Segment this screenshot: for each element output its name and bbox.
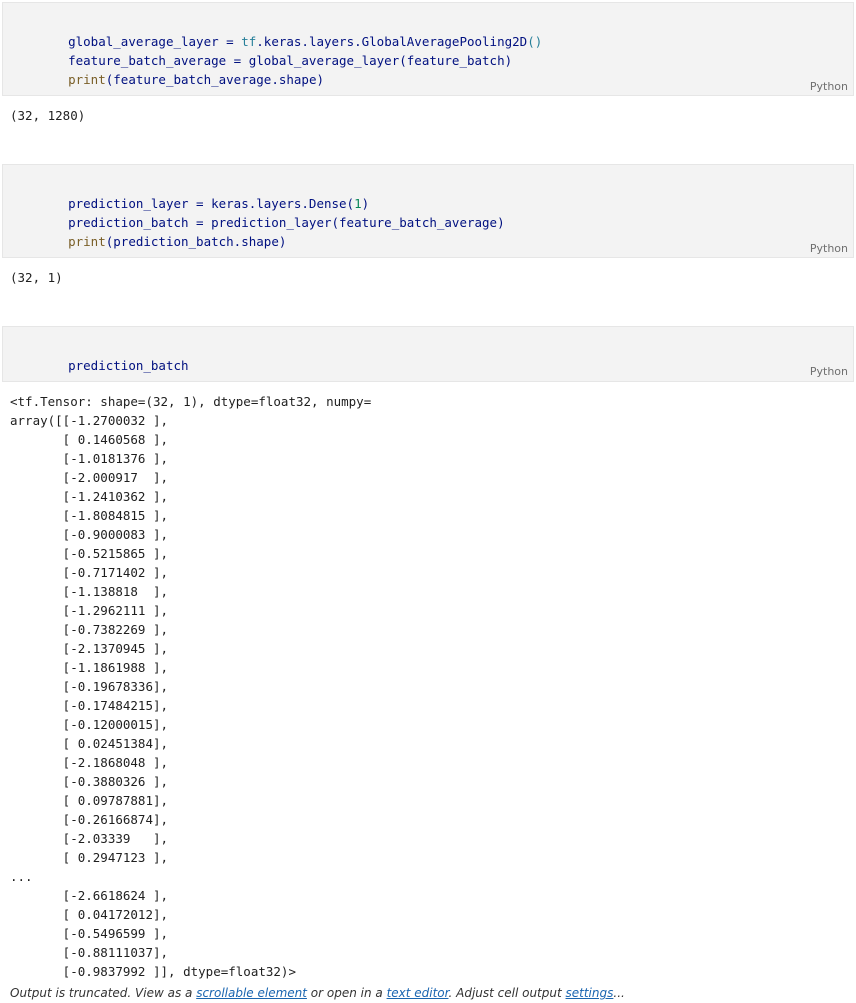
output-line: [ 0.1460568 ], [10, 432, 169, 447]
output-line: [-0.3880326 ], [10, 774, 169, 789]
cell-output: (32, 1) [10, 270, 63, 285]
cell-language-label[interactable]: Python [810, 80, 848, 93]
code-line: print(feature_batch_average.shape) [38, 51, 324, 108]
settings-link[interactable]: settings [566, 986, 614, 1000]
output-line: [-2.1370945 ], [10, 641, 169, 656]
output-line: [ 0.2947123 ], [10, 850, 169, 865]
output-line: [ 0.02451384], [10, 736, 169, 751]
output-line: [-0.26166874], [10, 812, 169, 827]
output-line: [-0.19678336], [10, 679, 169, 694]
output-line: [-0.17484215], [10, 698, 169, 713]
code-cell-1[interactable]: global_average_layer = tf.keras.layers.G… [2, 2, 854, 96]
output-line: [-1.2410362 ], [10, 489, 169, 504]
note-text: ... [613, 986, 625, 1000]
text-editor-link[interactable]: text editor [387, 986, 449, 1000]
output-line: [-1.138818 ], [10, 584, 169, 599]
output-truncated-note: Output is truncated. View as a scrollabl… [10, 986, 625, 1000]
cell-language-label[interactable]: Python [810, 242, 848, 255]
code-line: print(prediction_batch.shape) [38, 213, 286, 270]
output-line: [-2.6618624 ], [10, 888, 169, 903]
output-line: [-1.2962111 ], [10, 603, 169, 618]
code-cell-2[interactable]: prediction_layer = keras.layers.Dense(1)… [2, 164, 854, 258]
code-token: prediction_batch [68, 358, 189, 373]
note-text: or open in a [306, 986, 387, 1000]
output-line: [-1.1861988 ], [10, 660, 169, 675]
output-line: [ 0.09787881], [10, 793, 169, 808]
output-line: [-0.9000083 ], [10, 527, 169, 542]
note-text: Output is truncated. View as a [10, 986, 197, 1000]
note-text: . Adjust cell output [448, 986, 566, 1000]
output-line: [-0.7382269 ], [10, 622, 169, 637]
code-cell-3[interactable]: prediction_batch Python [2, 326, 854, 382]
output-line: [-0.5215865 ], [10, 546, 169, 561]
output-line: [-0.88111037], [10, 945, 169, 960]
output-line: [-2.03339 ], [10, 831, 169, 846]
output-line: [-1.0181376 ], [10, 451, 169, 466]
cell-language-label[interactable]: Python [810, 365, 848, 378]
output-line: [-2.1868048 ], [10, 755, 169, 770]
code-token: (prediction_batch.shape) [105, 234, 287, 249]
output-line: <tf.Tensor: shape=(32, 1), dtype=float32… [10, 394, 372, 409]
code-token: () [527, 34, 543, 49]
output-line: [ 0.04172012], [10, 907, 169, 922]
output-line: [-1.8084815 ], [10, 508, 169, 523]
code-token: print [68, 72, 106, 87]
output-line: array([[-1.2700032 ], [10, 413, 169, 428]
output-line: [-0.7171402 ], [10, 565, 169, 580]
code-token: (feature_batch_average.shape) [105, 72, 324, 87]
tensor-output: <tf.Tensor: shape=(32, 1), dtype=float32… [10, 392, 371, 981]
output-line: [-0.5496599 ], [10, 926, 169, 941]
cell-output: (32, 1280) [10, 108, 86, 123]
code-line: prediction_batch [38, 337, 189, 394]
output-line: [-0.12000015], [10, 717, 169, 732]
code-token: print [68, 234, 106, 249]
output-line: ... [10, 869, 33, 884]
output-line: [-0.9837992 ]], dtype=float32)> [10, 964, 296, 979]
scrollable-element-link[interactable]: scrollable element [196, 986, 307, 1000]
output-line: [-2.000917 ], [10, 470, 169, 485]
